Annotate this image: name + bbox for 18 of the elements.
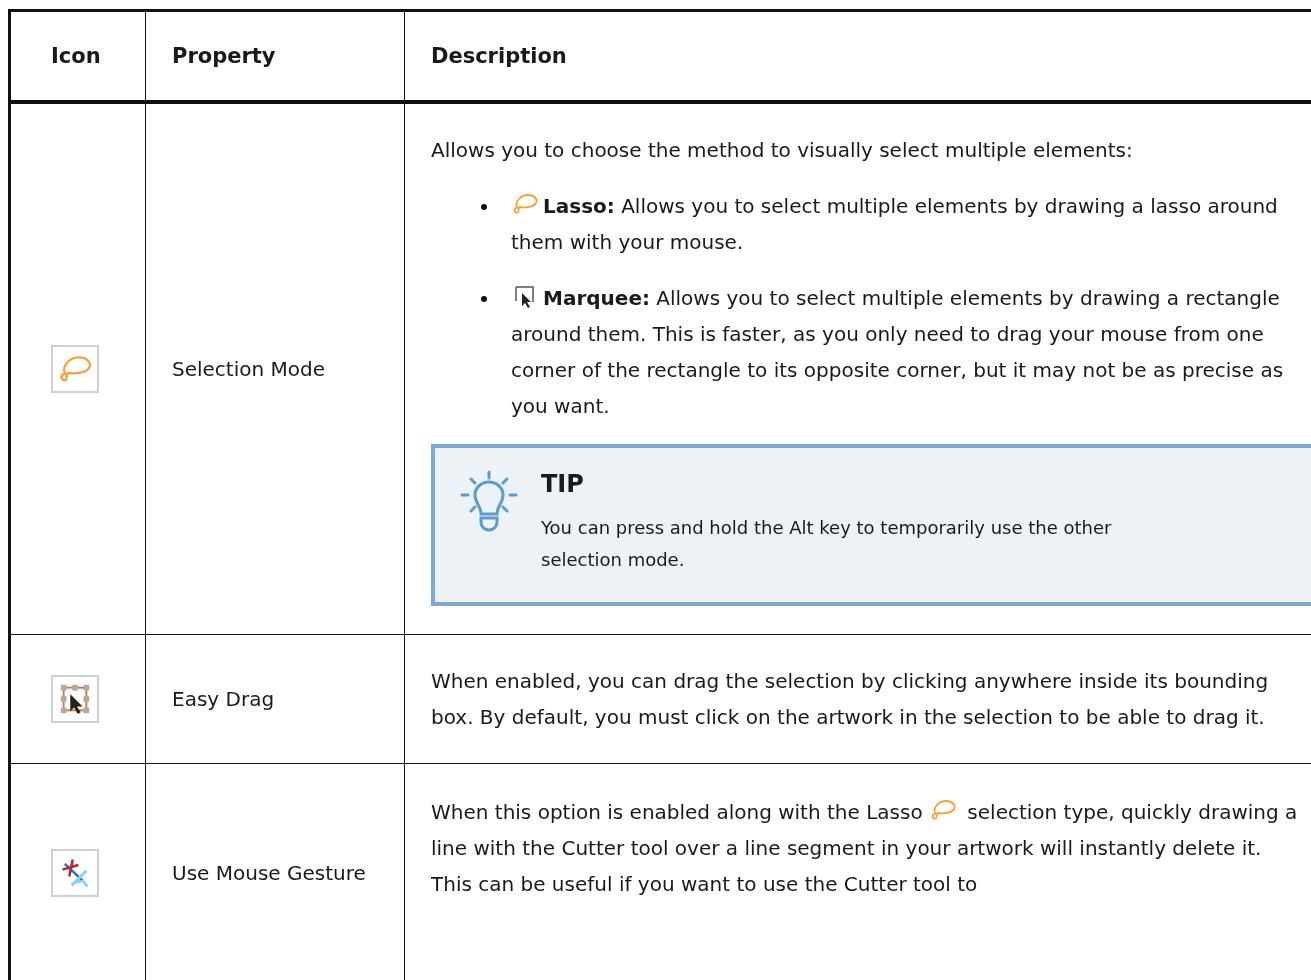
lasso-icon [511,192,539,216]
bullet-mark [481,204,487,210]
column-header: Description [404,10,1311,102]
description-text: When this option is enabled along with the Lasso selection type, quickly drawing a line with the Cutter tool over a line segment in your artwork will instantly delete it. This can be useful if you want to use the Cutter tool to [431,797,1299,898]
description-text: When enabled, you can drag the selection by clicking anywhere inside its bounding box. By default, you must click on the artwork in the selection to be able to drag it. [431,668,1270,731]
bullet-mark [481,296,487,302]
property-name: Selection Mode [172,357,326,381]
lasso-icon [929,798,957,822]
lightbulb-icon [459,470,519,532]
description-text: Allows you to choose the method to visually select multiple elements: [431,137,1134,164]
property-name: Easy Drag [172,687,275,711]
column-header: Icon [9,10,146,102]
property-name: Use Mouse Gesture [172,861,366,885]
bullet-text: Lasso: Allows you to select multiple elements by drawing a lasso around them with your mouse. [511,191,1279,256]
column-header: Property [145,10,405,102]
bullet-text: Marquee: Allows you to select multiple elements by drawing a rectangle around them. This is faster, as you only need to drag your mouse from one corner of the rectangle to its opposite corner, but it may not be as precise as you want. [511,283,1285,420]
tip-text: You can press and hold the Alt key to temporarily use the other selection mode. [541,516,1113,572]
tip-title: TIP [541,470,585,498]
